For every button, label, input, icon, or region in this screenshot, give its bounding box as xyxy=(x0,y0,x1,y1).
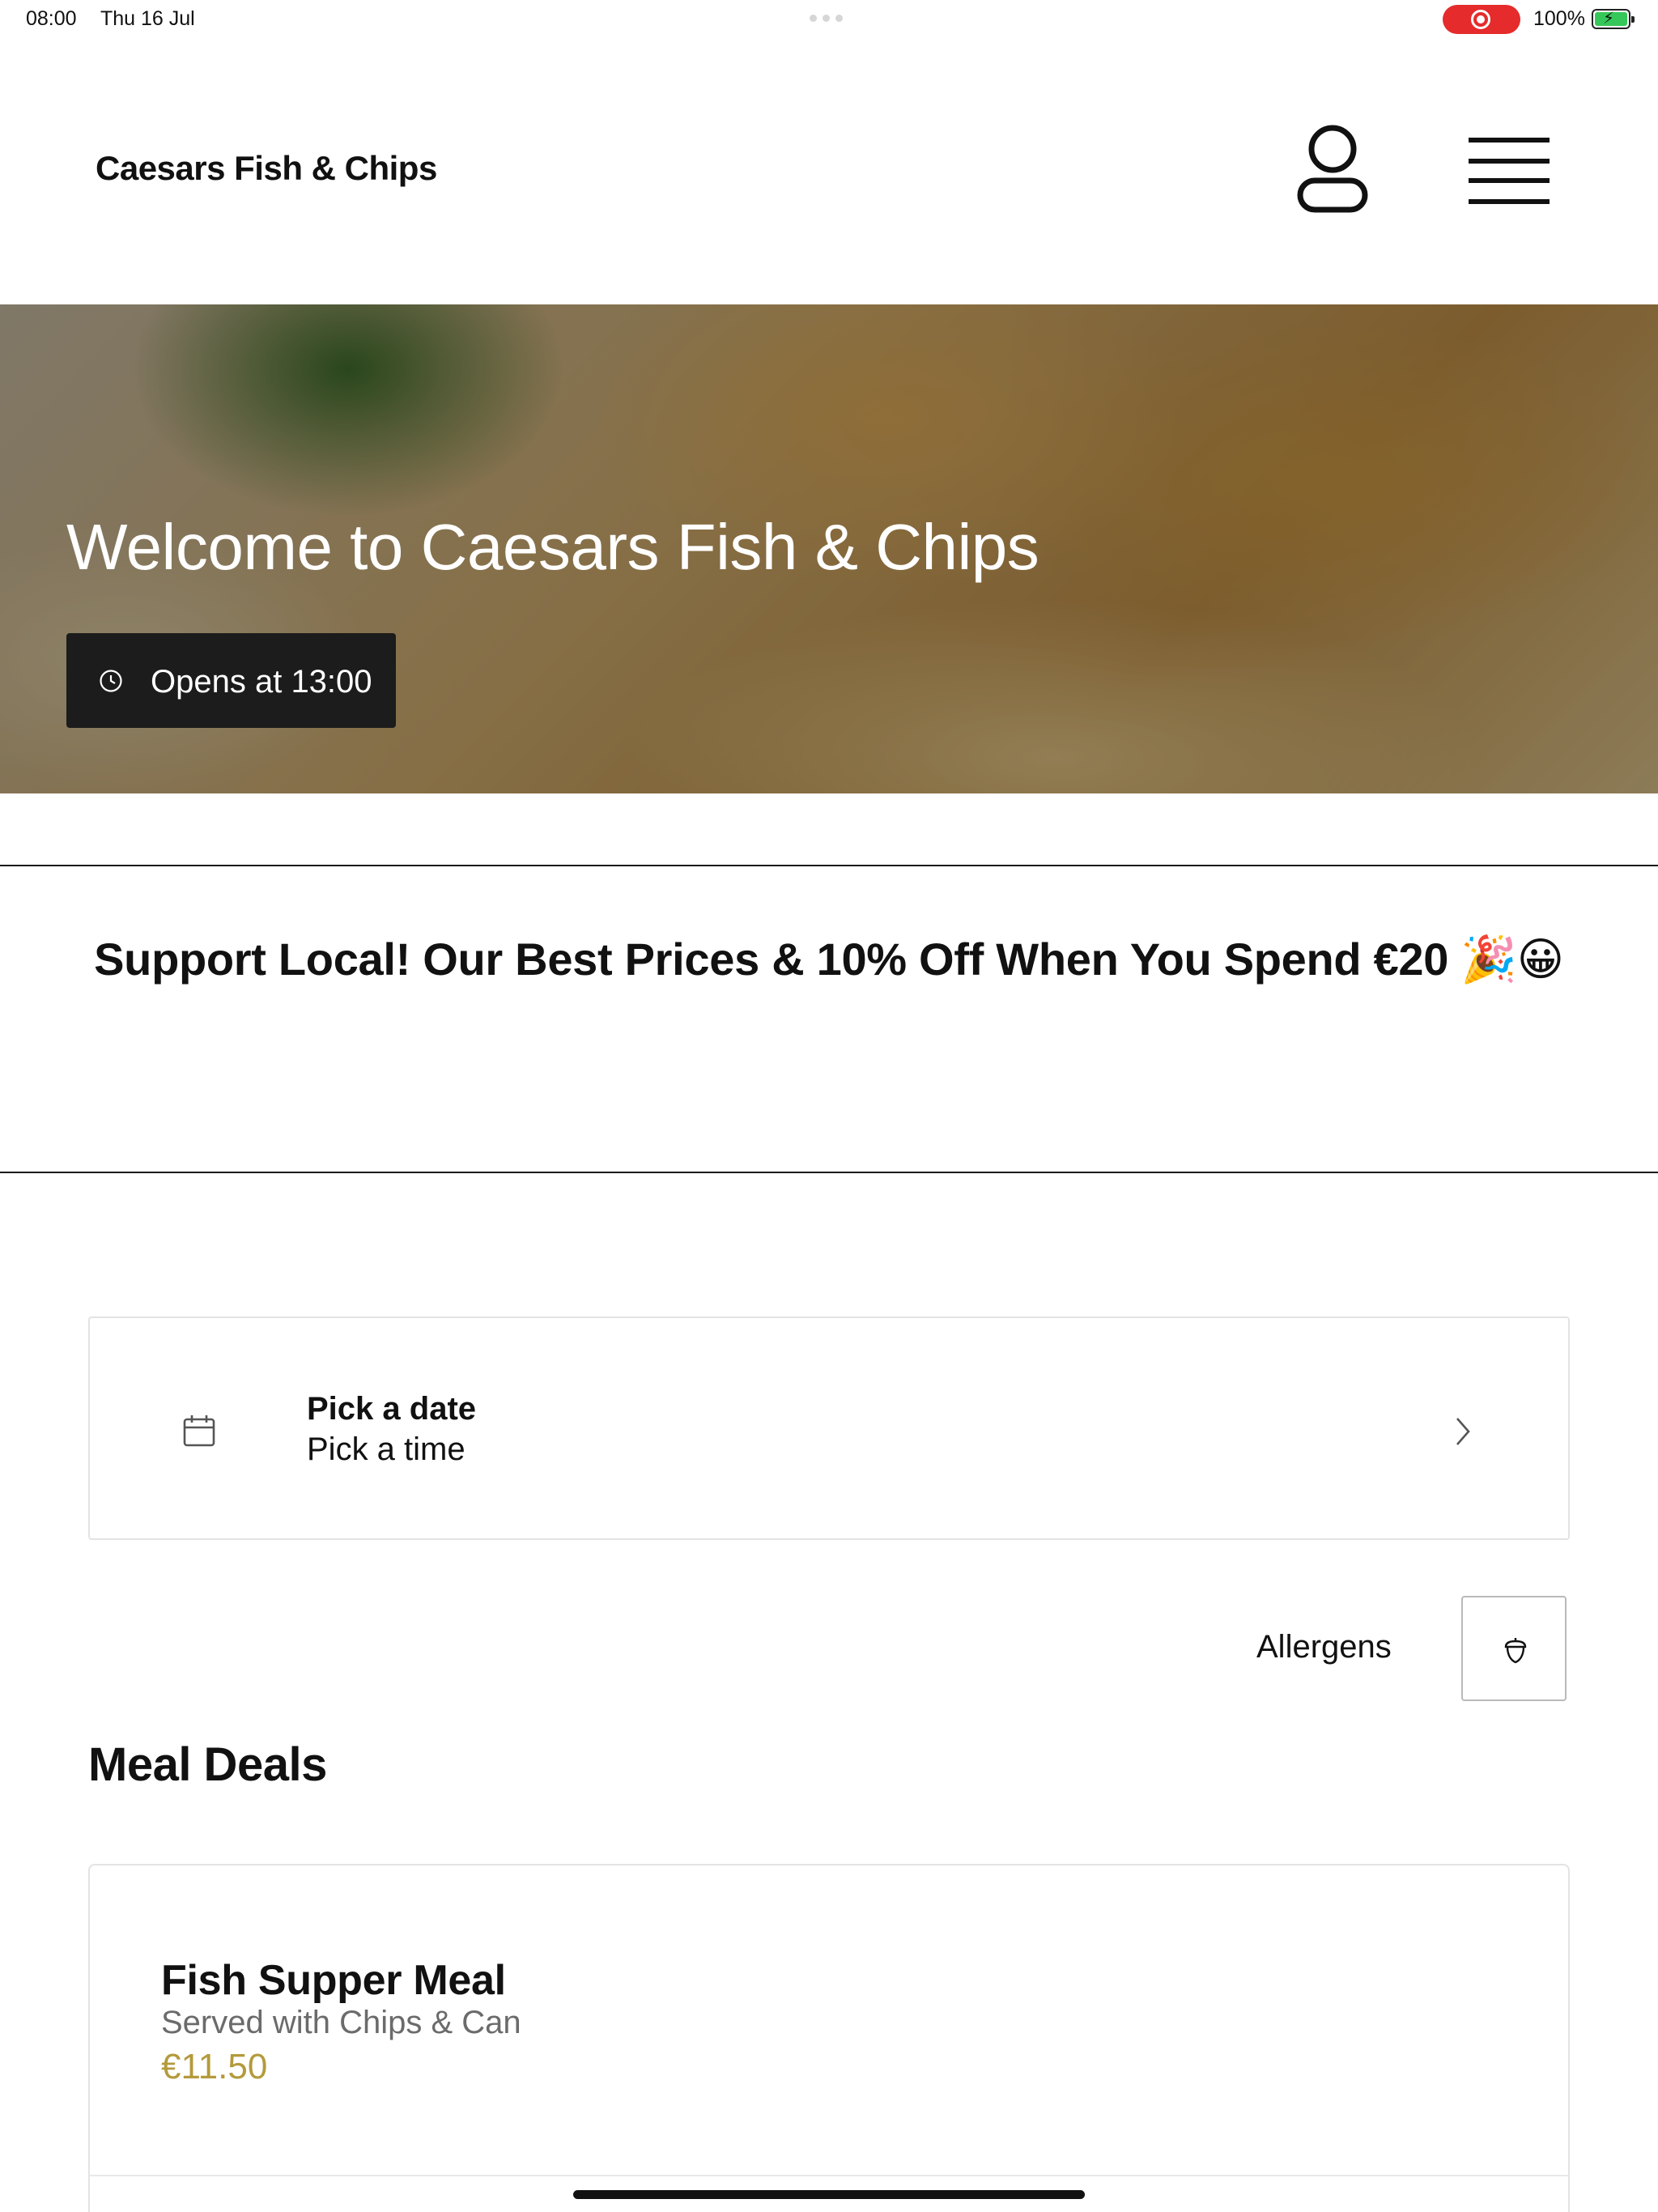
allergens-button[interactable] xyxy=(1461,1596,1567,1701)
status-date: Thu 16 Jul xyxy=(100,7,195,30)
clock-icon xyxy=(100,670,122,692)
acorn-icon xyxy=(1504,1638,1527,1664)
card-divider xyxy=(90,2175,1568,2176)
promo-banner-text: Support Local! Our Best Prices & 10% Off… xyxy=(94,934,1564,985)
user-icon xyxy=(1297,125,1368,213)
battery-percent: 100% xyxy=(1533,7,1585,30)
pick-date-label: Pick a date xyxy=(307,1391,477,1427)
status-time: 08:00 xyxy=(26,7,77,30)
menu-item-price: €11.50 xyxy=(161,2047,268,2087)
calendar-icon xyxy=(183,1415,215,1447)
section-title: Meal Deals xyxy=(88,1738,327,1791)
hero-title: Welcome to Caesars Fish & Chips xyxy=(66,511,1039,583)
promo-divider-bottom xyxy=(0,1172,1658,1173)
brand-name[interactable]: Caesars Fish & Chips xyxy=(96,149,437,188)
page: 08:00 Thu 16 Jul 100% ⚡ Caesars Fish & C… xyxy=(0,0,1658,2212)
battery-charging-icon: ⚡ xyxy=(1592,9,1635,29)
opening-hours-label: Opens at 13:00 xyxy=(151,664,372,700)
account-button[interactable] xyxy=(1294,124,1371,215)
promo-divider-top xyxy=(0,865,1658,866)
status-bar: 08:00 Thu 16 Jul 100% ⚡ xyxy=(0,0,1658,39)
order-time-picker[interactable]: Pick a date Pick a time xyxy=(88,1317,1570,1540)
multitasking-dots-icon[interactable] xyxy=(810,15,843,22)
menu-item-card[interactable]: Fish Supper Meal Served with Chips & Can… xyxy=(88,1864,1570,2212)
menu-item-description: Served with Chips & Can xyxy=(161,2005,521,2040)
allergens-label: Allergens xyxy=(1256,1629,1392,1665)
home-indicator[interactable] xyxy=(573,2190,1085,2199)
pick-time-label: Pick a time xyxy=(307,1431,466,1467)
screen-recording-icon[interactable] xyxy=(1443,5,1520,34)
hamburger-menu-icon xyxy=(1469,138,1550,204)
menu-button[interactable] xyxy=(1464,136,1554,206)
site-header: Caesars Fish & Chips xyxy=(0,39,1658,304)
opening-hours-badge: Opens at 13:00 xyxy=(66,633,396,728)
hero-banner: Welcome to Caesars Fish & Chips Opens at… xyxy=(0,304,1658,793)
chevron-right-icon xyxy=(1456,1418,1470,1445)
menu-item-name: Fish Supper Meal xyxy=(161,1957,506,2004)
